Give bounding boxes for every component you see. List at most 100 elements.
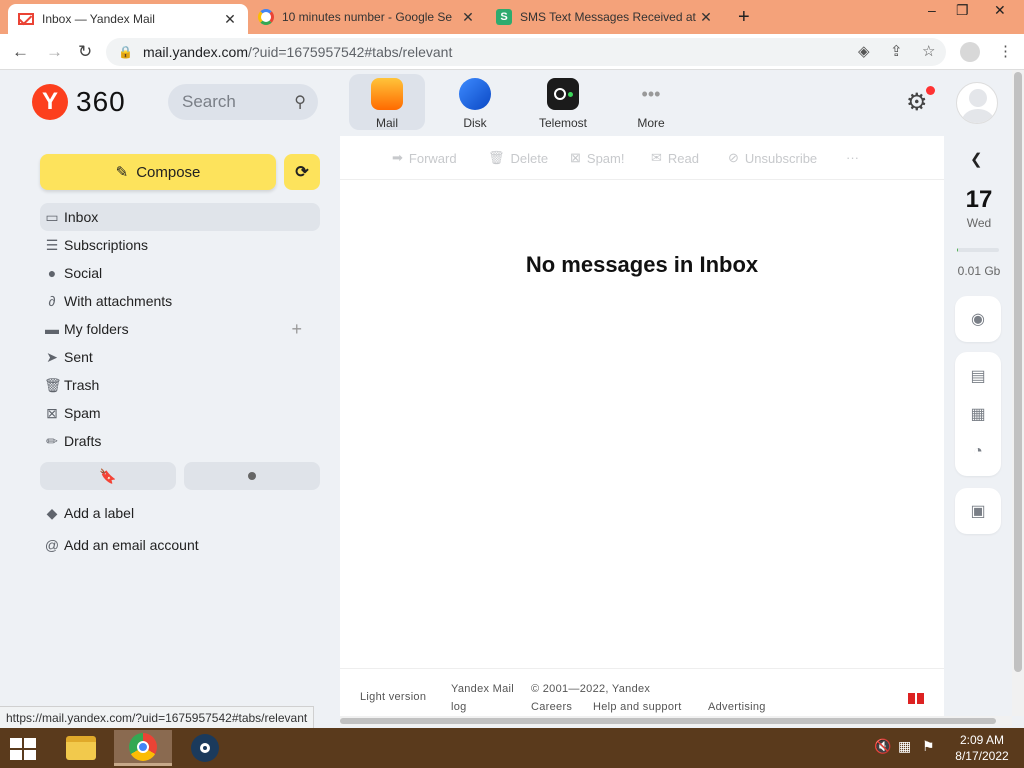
spam-button[interactable]: ⊠ Spam! [570,150,624,166]
yandex-mail-log-link-line1[interactable]: Yandex Mail [451,683,514,695]
read-label: Read [667,150,699,166]
unread-filter-button[interactable] [184,462,320,490]
tab-title: Inbox — Yandex Mail [42,12,155,26]
add-folder-icon[interactable]: + [291,319,302,340]
forward-label: Forward [408,150,457,166]
avatar[interactable] [956,82,998,124]
service-disk[interactable]: Disk [437,74,513,130]
at-sign-icon: @ [44,537,60,553]
notes-icon[interactable]: ▤ [968,366,988,386]
share-icon[interactable]: ⇪ [890,42,903,60]
windows-taskbar: 🔇 ▦ ⚑ 2:09 AM 8/17/2022 [0,728,1024,768]
volume-muted-icon[interactable]: 🔇 [874,738,891,755]
spam-icon: ⊠ [570,150,581,165]
folder-icon [66,736,96,760]
windows-start-icon[interactable] [10,738,38,760]
forward-icon: ➡ [392,150,403,165]
restore-button[interactable]: ❐ [956,2,969,19]
add-label-text: Add a label [64,505,135,521]
tab-sms-text-messages[interactable]: S SMS Text Messages Received at ✕ [486,0,724,34]
close-tab-icon[interactable]: ✕ [698,9,714,26]
help-support-link[interactable]: Help and support [593,701,682,713]
sidebar-item-sent[interactable]: ➤ Sent [40,343,320,371]
search-placeholder: Search [182,92,236,111]
unsubscribe-button[interactable]: ⊘ Unsubscribe [728,150,817,166]
horizontal-scrollbar[interactable] [340,716,1012,726]
delete-button[interactable]: 🗑 Delete [488,150,548,166]
brand-360[interactable]: 360 [76,86,126,118]
system-clock[interactable]: 2:09 AM 8/17/2022 [944,732,1020,764]
url-field[interactable]: 🔒 mail.yandex.com/?uid=1675957542#tabs/r… [106,38,946,66]
rail-card-tasks: ▣ [955,488,1001,534]
action-center-icon[interactable]: ⚑ [922,738,935,755]
calendar-day[interactable]: 17 [946,186,1012,214]
forward-button[interactable]: ➡ Forward [392,150,457,166]
rail-card-tools: ▤ ▦ ◔ [955,352,1001,476]
forward-arrow-icon[interactable]: → [46,42,63,62]
close-tab-icon[interactable]: ✕ [222,11,238,28]
sidebar-item-my-folders[interactable]: ▬ My folders + [40,315,320,343]
collapse-chevron-icon[interactable]: ❮ [970,150,983,168]
refresh-button[interactable]: ⟳ [284,154,320,190]
service-more[interactable]: ••• More [613,74,689,131]
sidebar-item-subscriptions[interactable]: ☰ Subscriptions [40,231,320,259]
gmail-envelope-icon [18,13,34,25]
telemost-small-icon[interactable]: ◉ [968,309,988,329]
sidebar-item-spam[interactable]: ⊠ Spam [40,399,320,427]
back-arrow-icon[interactable]: ← [12,42,29,62]
sidebar-item-attachments[interactable]: ∂ With attachments [40,287,320,315]
spam-icon: ⊠ [46,404,58,421]
settings-gear-icon[interactable]: ⚙ [906,88,928,117]
refresh-icon: ⟳ [295,164,309,181]
page-footer: Light version Yandex Mail log © 2001—202… [340,668,944,716]
more-actions-button[interactable]: ··· [846,150,859,165]
disk-cloud-icon [459,78,491,110]
advertising-link[interactable]: Advertising [708,701,766,713]
bookmark-star-icon[interactable]: ☆ [922,42,935,60]
light-version-link[interactable]: Light version [360,691,426,703]
yandex-mail-log-link-line2[interactable]: log [451,701,467,713]
file-explorer-app[interactable] [52,730,110,766]
sidebar-item-trash[interactable]: 🗑 Trash [40,371,320,399]
tab-10-minutes-number[interactable]: 10 minutes number - Google Se ✕ [248,0,486,34]
browser-tab-strip: Inbox — Yandex Mail ✕ 10 minutes number … [0,0,1024,34]
read-envelope-icon: ✉ [651,150,662,165]
important-filter-button[interactable]: 🔖 [40,462,176,490]
folder-icon: ▬ [45,321,59,337]
reload-icon[interactable]: ↻ [78,42,92,62]
add-email-account-link[interactable]: @ Add an email account [40,531,320,559]
tab-inbox-yandex[interactable]: Inbox — Yandex Mail ✕ [8,4,248,34]
scrollbar-thumb[interactable] [1014,72,1022,672]
network-icon[interactable]: ▦ [898,738,911,755]
profile-icon[interactable] [960,42,980,62]
chrome-app[interactable] [114,730,172,766]
yandex-logo[interactable]: Y [32,84,68,120]
close-tab-icon[interactable]: ✕ [460,9,476,26]
add-label-link[interactable]: ◆ Add a label [40,499,320,527]
vertical-scrollbar[interactable] [1012,70,1024,716]
browser-menu-icon[interactable]: ⋮ [998,42,1013,60]
hscrollbar-thumb[interactable] [340,718,996,724]
careers-link[interactable]: Careers [531,701,572,713]
address-bar-row: ← → ↻ 🔒 mail.yandex.com/?uid=1675957542#… [0,34,1024,70]
service-mail[interactable]: Mail [349,74,425,130]
search-input[interactable]: Search ⚲ [168,84,318,120]
close-window-button[interactable]: ✕ [994,2,1006,19]
compose-button[interactable]: ✎ Compose [40,154,276,190]
minimize-button[interactable]: – [928,2,936,18]
sidebar-item-social[interactable]: ● Social [40,259,320,287]
folder-label: Trash [64,377,100,393]
apps-grid-icon[interactable]: ▦ [968,404,988,424]
read-button[interactable]: ✉ Read [651,150,699,166]
uk-flag-icon[interactable] [908,693,924,704]
pie-chart-icon[interactable]: ◔ [968,442,988,462]
eye-icon[interactable]: ◈ [858,42,870,60]
sidebar-item-inbox[interactable]: ▭ Inbox [40,203,320,231]
storage-quota-text[interactable]: 0.01 Gb [946,264,1012,278]
steam-app[interactable] [176,730,234,766]
search-icon[interactable]: ⚲ [294,92,306,112]
new-tab-button[interactable]: + [738,6,750,29]
service-telemost[interactable]: Telemost [525,74,601,130]
sidebar-item-drafts[interactable]: ✏ Drafts [40,427,320,455]
tasks-list-icon[interactable]: ▣ [968,501,988,521]
